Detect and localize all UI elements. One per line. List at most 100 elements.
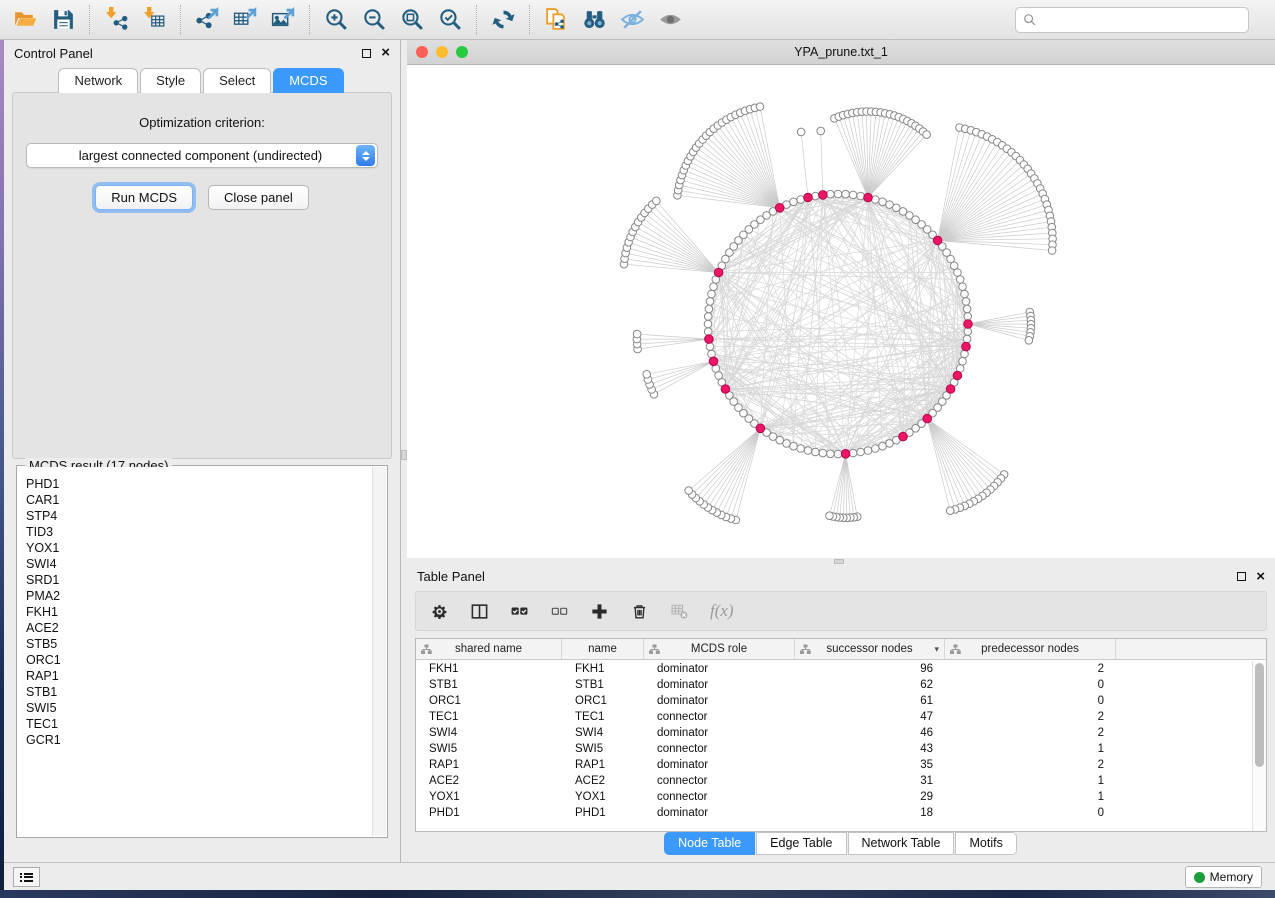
tab-style[interactable]: Style [140,68,201,93]
network-nodes[interactable] [620,103,1056,524]
table-row[interactable]: ACE2ACE2connector311 [416,773,1252,789]
table-row[interactable]: PHD1PHD1dominator180 [416,805,1252,821]
cell-shared-name[interactable]: TEC1 [416,709,562,725]
settings-button[interactable] [430,602,449,621]
result-node-item[interactable]: STP4 [18,508,372,524]
network-node[interactable] [704,320,712,328]
column-header-predecessor-nodes[interactable]: predecessor nodes [945,639,1116,659]
cell-predecessor-nodes[interactable]: 2 [945,725,1116,741]
tab-node-table[interactable]: Node Table [664,832,755,855]
network-node[interactable] [886,440,894,448]
mcds-result-list[interactable]: PHD1CAR1STP4TID3YOX1SWI4SRD1PMA2FKH1ACE2… [18,467,372,836]
table-row[interactable]: RAP1RAP1dominator352 [416,757,1252,773]
network-node[interactable] [1048,247,1056,255]
column-header-successor-nodes[interactable]: successor nodes▾ [795,639,945,659]
zoom-selected-button[interactable] [431,4,469,36]
splitter-grip[interactable] [834,559,844,564]
network-node[interactable] [961,290,969,298]
mcds-node[interactable] [775,204,784,213]
cell-predecessor-nodes[interactable]: 1 [945,789,1116,805]
mcds-node[interactable] [933,236,942,245]
result-node-item[interactable]: GCR1 [18,732,372,748]
mcds-node[interactable] [804,193,813,202]
cell-MCDS-role[interactable]: connector [644,709,795,725]
horizontal-splitter[interactable] [407,558,1275,565]
network-node[interactable] [963,335,971,343]
cell-name[interactable]: ACE2 [562,773,644,789]
cell-predecessor-nodes[interactable]: 2 [945,757,1116,773]
mcds-node[interactable] [964,320,973,329]
network-node[interactable] [685,487,693,495]
mcds-node[interactable] [953,371,962,380]
tab-select[interactable]: Select [203,68,271,93]
mcds-node[interactable] [721,385,730,394]
show-all-button[interactable] [651,4,689,36]
cell-successor-nodes[interactable]: 31 [795,773,945,789]
network-node[interactable] [964,328,972,336]
network-node[interactable] [954,269,962,277]
table-row[interactable]: STB1STB1dominator620 [416,677,1252,693]
network-node[interactable] [812,448,820,456]
result-node-item[interactable]: STB5 [18,636,372,652]
cell-successor-nodes[interactable]: 43 [795,741,945,757]
network-node[interactable] [715,372,723,380]
mcds-node[interactable] [899,432,908,441]
network-node[interactable] [653,197,661,205]
network-node[interactable] [857,448,865,456]
close-panel-icon[interactable]: × [381,48,390,58]
cell-MCDS-role[interactable]: dominator [644,725,795,741]
mcds-node[interactable] [841,450,850,459]
network-node[interactable] [959,358,967,366]
float-panel-icon[interactable] [362,49,371,58]
network-node[interactable] [817,127,825,135]
network-node[interactable] [961,350,969,358]
run-mcds-button[interactable]: Run MCDS [95,185,193,210]
result-node-item[interactable]: PHD1 [18,476,372,492]
cell-MCDS-role[interactable]: dominator [644,805,795,821]
network-node[interactable] [704,313,712,321]
delete-column-button[interactable] [630,602,649,621]
result-node-item[interactable]: ACE2 [18,620,372,636]
float-panel-icon[interactable] [1237,572,1246,581]
result-node-item[interactable]: SRD1 [18,572,372,588]
cell-shared-name[interactable]: ACE2 [416,773,562,789]
cell-MCDS-role[interactable]: dominator [644,693,795,709]
network-node[interactable] [708,290,716,298]
tab-edge-table[interactable]: Edge Table [756,832,846,855]
network-node[interactable] [956,276,964,284]
table-row[interactable]: TEC1TEC1connector472 [416,709,1252,725]
cell-name[interactable]: ORC1 [562,693,644,709]
network-node[interactable] [790,442,798,450]
cell-name[interactable]: YOX1 [562,789,644,805]
cell-MCDS-role[interactable]: connector [644,741,795,757]
network-node[interactable] [826,512,834,520]
network-node[interactable] [705,305,713,313]
cell-successor-nodes[interactable]: 35 [795,757,945,773]
network-node[interactable] [959,283,967,291]
cell-shared-name[interactable]: PHD1 [416,805,562,821]
zoom-in-button[interactable] [317,4,355,36]
cell-predecessor-nodes[interactable]: 0 [945,805,1116,821]
column-header-name[interactable]: name [562,639,644,659]
network-node[interactable] [819,449,827,457]
cell-MCDS-role[interactable]: dominator [644,677,795,693]
network-node[interactable] [804,447,812,455]
network-node[interactable] [633,330,641,338]
result-node-item[interactable]: FKH1 [18,604,372,620]
criterion-dropdown[interactable]: largest connected component (undirected) [26,143,378,168]
cell-name[interactable]: PHD1 [562,805,644,821]
cell-shared-name[interactable]: STB1 [416,677,562,693]
cell-shared-name[interactable]: YOX1 [416,789,562,805]
close-panel-icon[interactable]: × [1256,572,1265,582]
table-row[interactable]: FKH1FKH1dominator962 [416,661,1252,677]
cell-successor-nodes[interactable]: 29 [795,789,945,805]
network-node[interactable] [704,328,712,336]
mcds-node[interactable] [714,268,723,277]
result-node-item[interactable]: SWI4 [18,556,372,572]
cell-successor-nodes[interactable]: 96 [795,661,945,677]
network-node[interactable] [756,103,764,111]
import-network-button[interactable] [97,4,135,36]
zoom-out-button[interactable] [355,4,393,36]
copy-share-button[interactable] [537,4,575,36]
network-node[interactable] [879,198,887,206]
